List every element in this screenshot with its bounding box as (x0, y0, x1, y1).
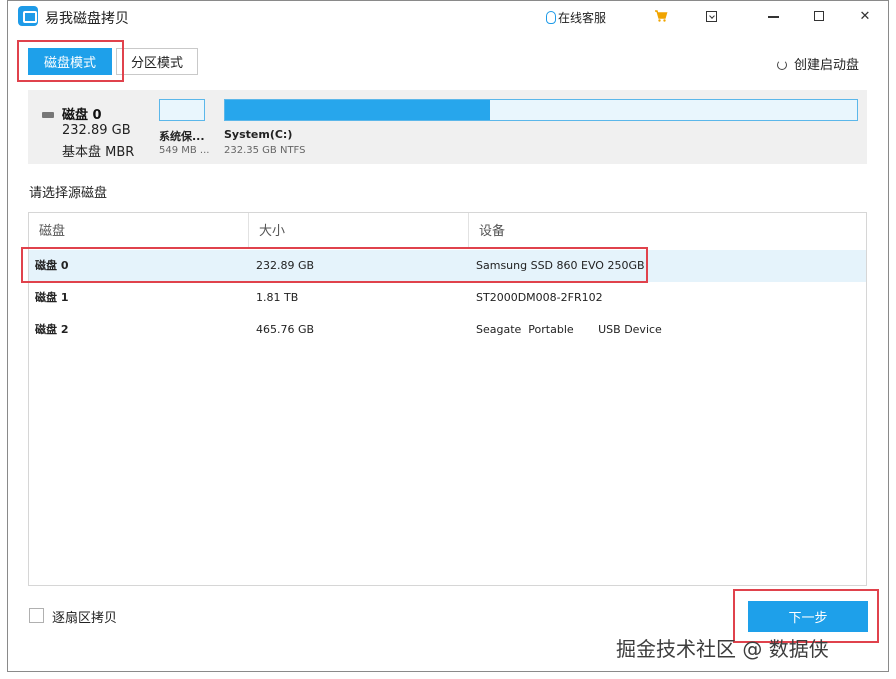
tab-partition-mode[interactable]: 分区模式 (116, 48, 198, 75)
boot-disk-label: 创建启动盘 (794, 58, 860, 73)
disk-size-cell: 465.76 GB (256, 323, 315, 336)
minimize-icon (767, 16, 779, 18)
table-row[interactable]: 磁盘 1 1.81 TB ST2000DM008-2FR102 (29, 282, 866, 314)
disk-name-cell: 磁盘 1 (35, 291, 69, 304)
disk-size-cell: 1.81 TB (256, 291, 299, 304)
partition-bar-system-c[interactable] (224, 99, 858, 121)
cart-icon[interactable] (654, 9, 668, 23)
select-source-label: 请选择源磁盘 (29, 186, 108, 201)
support-label: 在线客服 (558, 11, 607, 25)
table-row[interactable]: 磁盘 2 465.76 GB Seagate Portable USB Devi… (29, 314, 866, 346)
partition-usage-fill (225, 100, 491, 120)
close-button[interactable]: ✕ (850, 5, 880, 27)
disk-device-cell: Samsung SSD 860 EVO 250GB (476, 259, 645, 272)
column-header-disk[interactable]: 磁盘 (29, 213, 249, 249)
settings-button[interactable] (696, 5, 726, 27)
create-boot-disk-button[interactable]: 创建启动盘 (777, 54, 859, 73)
disk-name-cell: 磁盘 2 (35, 323, 69, 336)
partition-label: System(C:) (224, 128, 293, 141)
close-icon: ✕ (859, 8, 871, 24)
disk-size-cell: 232.89 GB (256, 259, 315, 272)
app-window: 易我磁盘拷贝 在线客服 ✕ 磁盘模式 分区模式 创建启动盘 磁盘 0 232.8… (7, 0, 889, 672)
partition-label: 系统保... (159, 130, 205, 143)
tab-disk-mode[interactable]: 磁盘模式 (28, 48, 112, 75)
online-support-link[interactable]: 在线客服 (546, 9, 606, 26)
disk-map-panel: 磁盘 0 232.89 GB 基本盘 MBR 系统保... 549 MB ...… (28, 90, 867, 164)
disk-list: 磁盘 大小 设备 磁盘 0 232.89 GB Samsung SSD 860 … (28, 212, 867, 586)
sector-copy-label: 逐扇区拷贝 (52, 611, 118, 626)
qq-icon (546, 11, 556, 24)
list-header: 磁盘 大小 设备 (29, 213, 866, 249)
partition-info: 549 MB ... (159, 145, 210, 156)
column-header-size[interactable]: 大小 (249, 213, 469, 249)
disk-map-size: 232.89 GB (62, 123, 131, 138)
next-button[interactable]: 下一步 (748, 601, 868, 632)
column-header-device[interactable]: 设备 (469, 213, 689, 249)
maximize-icon (814, 11, 824, 21)
disk-map-type: 基本盘 MBR (62, 145, 135, 160)
table-row[interactable]: 磁盘 0 232.89 GB Samsung SSD 860 EVO 250GB (29, 250, 866, 282)
maximize-button[interactable] (804, 5, 834, 27)
disk-device-cell: ST2000DM008-2FR102 (476, 291, 603, 304)
refresh-icon (777, 60, 787, 70)
disk-map-name: 磁盘 0 (62, 108, 102, 123)
hard-disk-icon (42, 112, 54, 118)
watermark-text: 掘金技术社区 @ 数据侠 (616, 637, 829, 661)
sector-copy-checkbox[interactable] (29, 608, 44, 623)
minimize-button[interactable] (758, 5, 788, 27)
disk-device-cell: Seagate Portable USB Device (476, 323, 662, 336)
dropdown-settings-icon (705, 10, 717, 22)
disk-name-cell: 磁盘 0 (35, 259, 69, 272)
partition-info: 232.35 GB NTFS (224, 145, 306, 156)
app-logo-icon (18, 6, 38, 26)
partition-bar-system-reserved[interactable] (159, 99, 205, 121)
title-bar: 易我磁盘拷贝 在线客服 ✕ (8, 1, 888, 33)
app-title: 易我磁盘拷贝 (45, 11, 129, 27)
